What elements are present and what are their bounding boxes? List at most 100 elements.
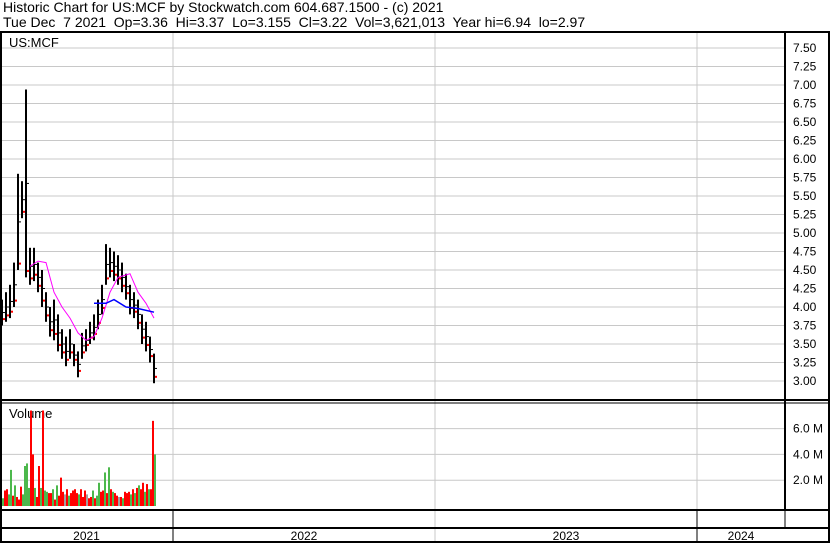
volume-bar bbox=[142, 482, 144, 506]
volume-bar bbox=[86, 494, 88, 506]
volume-bar bbox=[134, 493, 136, 506]
price-tick-label: 4.50 bbox=[793, 263, 817, 277]
volume-bar bbox=[88, 498, 90, 506]
volume-bar bbox=[112, 491, 114, 506]
volume-bar bbox=[98, 482, 100, 506]
price-bar-marker bbox=[115, 273, 117, 276]
volume-bar bbox=[140, 489, 142, 506]
price-bar-marker bbox=[83, 351, 85, 354]
volume-bar bbox=[146, 484, 148, 506]
volume-bar bbox=[10, 469, 12, 506]
price-tick-label: 3.50 bbox=[793, 337, 817, 351]
volume-bar bbox=[70, 493, 72, 506]
year-label: 2022 bbox=[291, 529, 318, 543]
volume-bar bbox=[124, 491, 126, 506]
price-bar-marker bbox=[63, 351, 65, 354]
price-bar-marker bbox=[143, 336, 145, 339]
price-bar-marker bbox=[39, 284, 41, 287]
year-label: 2023 bbox=[553, 529, 580, 543]
chart-canvas: US:MCF Volume 7.507.257.006.756.506.256.… bbox=[0, 31, 830, 543]
price-tick-label: 6.25 bbox=[793, 134, 817, 148]
volume-bar bbox=[66, 489, 68, 506]
price-bar-marker bbox=[67, 358, 69, 361]
volume-bar bbox=[138, 485, 140, 506]
volume-bar bbox=[44, 490, 46, 506]
price-tick-label: 6.00 bbox=[793, 152, 817, 166]
volume-bar bbox=[152, 420, 154, 506]
volume-bar bbox=[24, 466, 26, 506]
price-bar-marker bbox=[123, 284, 125, 287]
volume-bar bbox=[74, 489, 76, 506]
volume-bar bbox=[42, 410, 44, 506]
volume-bar bbox=[2, 498, 4, 506]
volume-bar bbox=[64, 494, 66, 506]
volume-bar bbox=[118, 496, 120, 506]
volume-bar bbox=[26, 463, 28, 506]
volume-bar bbox=[38, 466, 40, 506]
price-tick-label: 7.50 bbox=[793, 41, 817, 55]
volume-bar bbox=[80, 489, 82, 506]
volume-bar bbox=[104, 472, 106, 506]
price-bar-marker bbox=[111, 270, 113, 272]
volume-bar bbox=[92, 490, 94, 506]
price-bar-marker bbox=[119, 277, 121, 280]
price-bar-marker bbox=[55, 332, 57, 335]
volume-bar bbox=[116, 495, 118, 506]
price-bar-marker bbox=[139, 321, 141, 324]
volume-bar bbox=[18, 499, 20, 506]
volume-bar bbox=[32, 454, 34, 506]
price-bar-marker bbox=[3, 318, 5, 321]
volume-bar bbox=[20, 486, 22, 506]
price-tick-label: 4.25 bbox=[793, 282, 817, 296]
volume-bar bbox=[126, 493, 128, 506]
volume-bar bbox=[30, 410, 32, 506]
price-tick-label: 3.25 bbox=[793, 356, 817, 370]
price-tick-label: 5.50 bbox=[793, 189, 817, 203]
volume-bar bbox=[110, 489, 112, 506]
price-tick-label: 6.50 bbox=[793, 115, 817, 129]
price-tick-label: 4.75 bbox=[793, 245, 817, 259]
volume-bar bbox=[68, 495, 70, 506]
volume-bar bbox=[82, 496, 84, 506]
volume-bar bbox=[16, 496, 18, 506]
volume-bar bbox=[28, 487, 30, 506]
price-tick-label: 5.00 bbox=[793, 226, 817, 240]
price-bar-marker bbox=[107, 277, 109, 280]
price-bar-marker bbox=[75, 358, 77, 361]
price-tick-label: 7.25 bbox=[793, 60, 817, 74]
volume-bar bbox=[106, 493, 108, 506]
volume-bar bbox=[56, 485, 58, 506]
volume-bar bbox=[40, 487, 42, 506]
year-label: 2024 bbox=[728, 529, 755, 543]
moving-average-short bbox=[29, 260, 155, 341]
price-bar-marker bbox=[135, 310, 137, 313]
price-bar-marker bbox=[43, 299, 45, 302]
volume-bar bbox=[22, 494, 24, 506]
volume-bar bbox=[100, 491, 102, 506]
price-tick-label: 3.75 bbox=[793, 319, 817, 333]
volume-bar bbox=[62, 491, 64, 506]
volume-bar bbox=[114, 493, 116, 506]
price-tick-label: 5.25 bbox=[793, 208, 817, 222]
volume-bar bbox=[128, 491, 130, 506]
volume-bar bbox=[12, 495, 14, 506]
price-tick-label: 6.75 bbox=[793, 97, 817, 111]
price-bar-marker bbox=[79, 369, 81, 372]
volume-bar bbox=[60, 477, 62, 506]
volume-bar bbox=[84, 490, 86, 506]
volume-bar bbox=[120, 496, 122, 506]
volume-bar bbox=[90, 496, 92, 506]
price-bar-marker bbox=[35, 273, 37, 276]
price-bar-marker bbox=[51, 329, 53, 332]
volume-bar bbox=[122, 498, 124, 506]
volume-bar bbox=[46, 491, 48, 506]
volume-tick-label: 4.0 M bbox=[793, 447, 823, 461]
volume-bar bbox=[130, 494, 132, 506]
price-bar-marker bbox=[151, 355, 153, 358]
price-bar-marker bbox=[15, 299, 17, 302]
volume-bar bbox=[50, 493, 52, 506]
volume-bar bbox=[52, 489, 54, 506]
price-bar-marker bbox=[19, 262, 21, 265]
price-bar-marker bbox=[7, 314, 9, 317]
price-tick-label: 5.75 bbox=[793, 171, 817, 185]
